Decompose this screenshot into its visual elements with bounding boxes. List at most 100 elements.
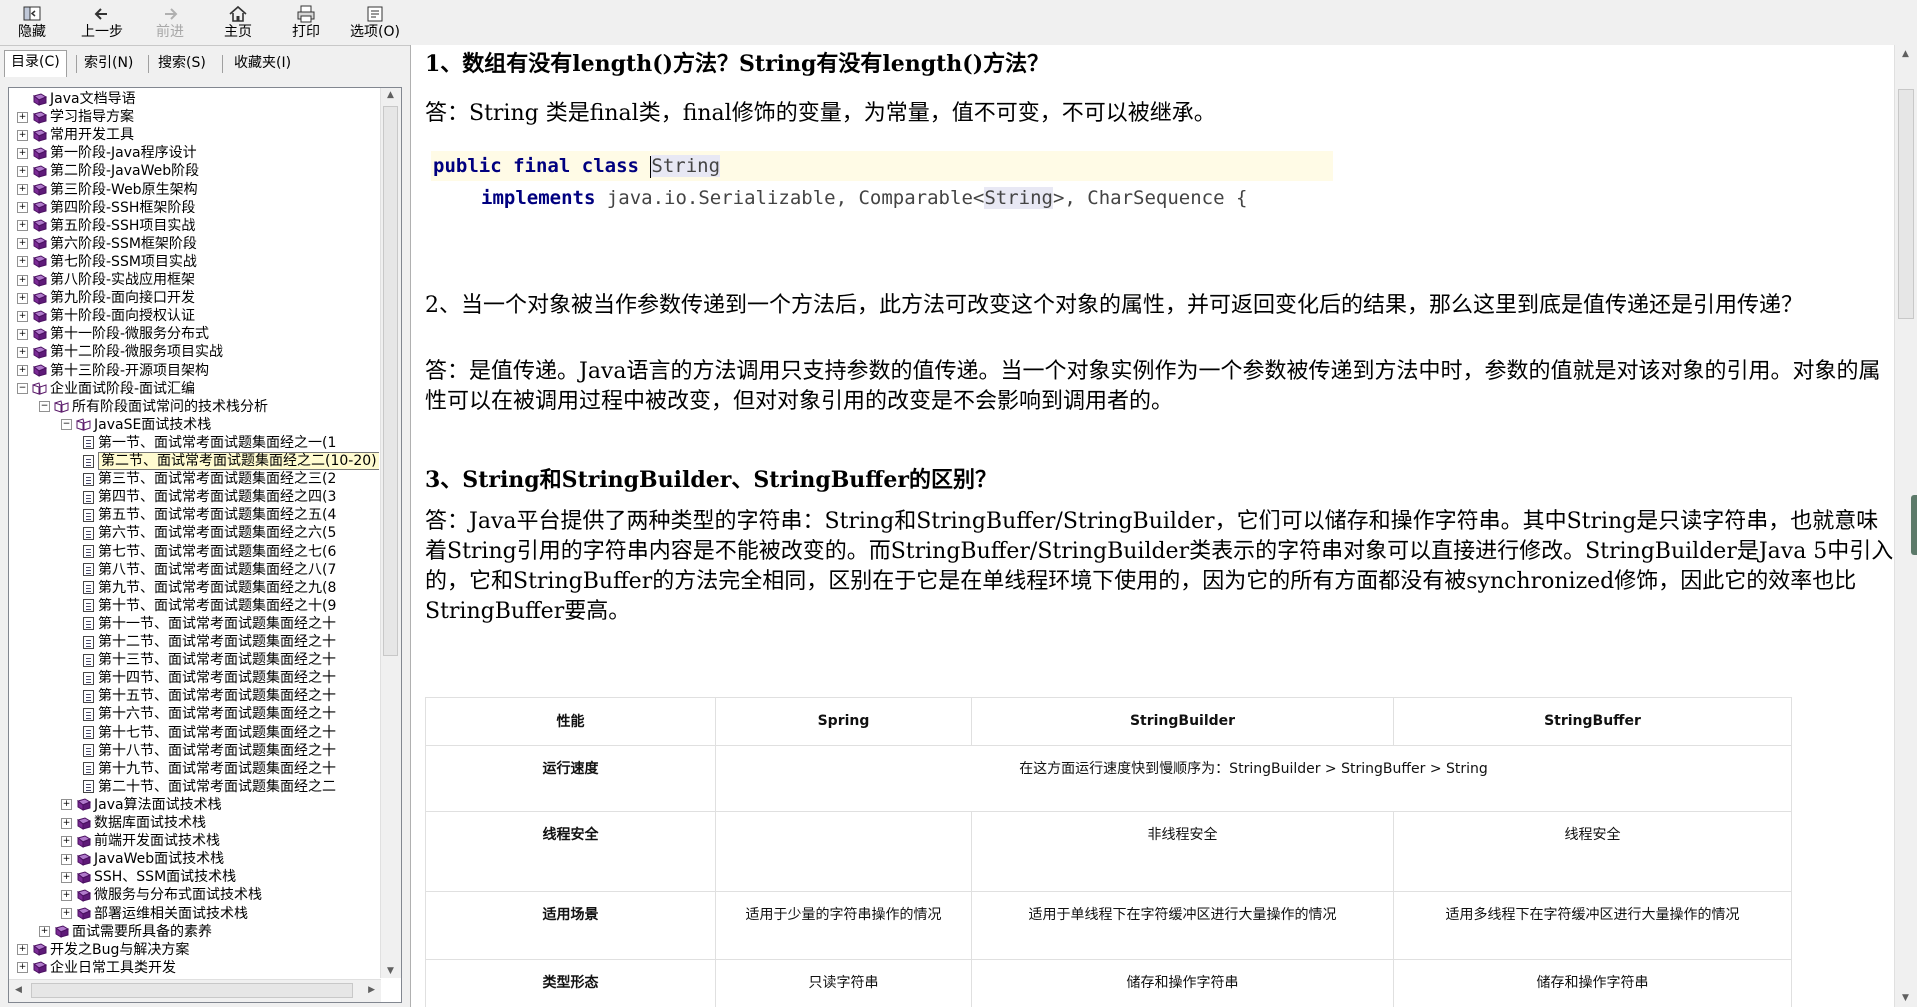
expand-plus-icon[interactable]: + bbox=[17, 962, 28, 974]
back-button[interactable]: 上一步 bbox=[78, 2, 126, 42]
expand-plus-icon[interactable]: + bbox=[17, 328, 28, 340]
book-icon bbox=[32, 183, 48, 196]
tree-item[interactable]: 第十五节、面试常考面试题集面经之十 bbox=[83, 687, 336, 705]
tree-item[interactable]: + 第十一阶段-微服务分布式 bbox=[17, 325, 209, 343]
tree-item[interactable]: + 第十三阶段-开源项目架构 bbox=[17, 362, 209, 380]
tree-item[interactable]: + 第三阶段-Web原生架构 bbox=[17, 181, 198, 199]
tree-item[interactable]: 第十九节、面试常考面试题集面经之十 bbox=[83, 760, 336, 778]
scroll-right-arrow-icon[interactable]: ▶ bbox=[368, 985, 375, 995]
expand-plus-icon[interactable]: + bbox=[61, 908, 72, 919]
tree-item[interactable]: 第十一节、面试常考面试题集面经之十 bbox=[83, 615, 336, 633]
expand-plus-icon[interactable]: + bbox=[17, 365, 28, 376]
expand-plus-icon[interactable]: + bbox=[17, 184, 28, 195]
tab-index[interactable]: 索引(N) bbox=[78, 52, 139, 74]
expand-plus-icon[interactable]: + bbox=[17, 256, 28, 268]
expand-plus-icon[interactable]: + bbox=[61, 835, 72, 847]
tree-item[interactable]: Java文档导语 bbox=[17, 90, 136, 108]
tree-item[interactable]: 第六节、面试常考面试题集面经之六(5 bbox=[83, 524, 336, 542]
expand-plus-icon[interactable]: + bbox=[61, 889, 72, 901]
expand-plus-icon[interactable]: + bbox=[17, 292, 28, 304]
tab-favorites[interactable]: 收藏夹(I) bbox=[228, 52, 297, 74]
tree-item[interactable]: + SSH、SSM面试技术栈 bbox=[61, 868, 236, 886]
tree-item[interactable]: + 第二阶段-JavaWeb阶段 bbox=[17, 162, 199, 180]
tree-item[interactable]: + 部署运维相关面试技术栈 bbox=[61, 905, 248, 923]
expand-plus-icon[interactable]: + bbox=[17, 238, 28, 250]
tree-item[interactable]: + 第十二阶段-微服务项目实战 bbox=[17, 343, 223, 361]
tree-item[interactable]: 第十二节、面试常考面试题集面经之十 bbox=[83, 633, 336, 651]
content-scroll-thumb[interactable] bbox=[1898, 89, 1914, 319]
tree-item[interactable]: + 常用开发工具 bbox=[17, 126, 134, 144]
tree-item[interactable]: + JavaWeb面试技术栈 bbox=[61, 850, 224, 868]
scroll-down-arrow-icon[interactable]: ▼ bbox=[387, 966, 394, 976]
collapse-minus-icon[interactable]: − bbox=[39, 401, 50, 413]
tree-item[interactable]: + 前端开发面试技术栈 bbox=[61, 832, 220, 850]
tree-item[interactable]: + 第四阶段-SSH框架阶段 bbox=[17, 199, 195, 217]
tree-hscroll-thumb[interactable] bbox=[31, 983, 353, 998]
tree-item[interactable]: 第二十节、面试常考面试题集面经之二 bbox=[83, 778, 336, 796]
hide-button[interactable]: 隐藏 bbox=[14, 2, 50, 42]
scroll-down-arrow-icon[interactable]: ▼ bbox=[1902, 993, 1909, 1003]
side-panel-handle[interactable] bbox=[1911, 495, 1917, 555]
tree-item[interactable]: 第九节、面试常考面试题集面经之九(8 bbox=[83, 579, 336, 597]
expand-plus-icon[interactable]: + bbox=[17, 944, 28, 956]
tree-horizontal-scrollbar[interactable]: ◀ ▶ bbox=[9, 979, 381, 1002]
expand-plus-icon[interactable]: + bbox=[17, 346, 28, 358]
forward-button[interactable]: 前进 bbox=[152, 2, 188, 42]
expand-plus-icon[interactable]: + bbox=[17, 111, 28, 123]
tree-item[interactable]: + 第十阶段-面向授权认证 bbox=[17, 307, 195, 325]
collapse-minus-icon[interactable]: − bbox=[61, 419, 72, 431]
expand-plus-icon[interactable]: + bbox=[17, 220, 28, 232]
expand-plus-icon[interactable]: + bbox=[17, 202, 28, 214]
tree-item[interactable]: + Java算法面试技术栈 bbox=[61, 796, 222, 814]
expand-plus-icon[interactable]: + bbox=[39, 926, 50, 938]
tree-item[interactable]: 第十七节、面试常考面试题集面经之十 bbox=[83, 724, 336, 742]
tree-item[interactable]: 第十八节、面试常考面试题集面经之十 bbox=[83, 742, 336, 760]
tree-item[interactable]: 第二节、面试常考面试题集面经之二(10-20) bbox=[83, 452, 379, 470]
scroll-up-arrow-icon[interactable]: ▲ bbox=[387, 90, 394, 100]
tree-item[interactable]: 第十节、面试常考面试题集面经之十(9 bbox=[83, 597, 336, 615]
tree-item[interactable]: 第十三节、面试常考面试题集面经之十 bbox=[83, 651, 336, 669]
tree-item[interactable]: + 开发之Bug与解决方案 bbox=[17, 941, 189, 959]
tree-item[interactable]: 第八节、面试常考面试题集面经之八(7 bbox=[83, 561, 336, 579]
tree-item[interactable]: 第十四节、面试常考面试题集面经之十 bbox=[83, 669, 336, 687]
tree-item[interactable]: + 企业日常工具类开发 bbox=[17, 959, 176, 976]
tree-item[interactable]: + 第九阶段-面向接口开发 bbox=[17, 289, 195, 307]
tree-item[interactable]: + 微服务与分布式面试技术栈 bbox=[61, 886, 262, 904]
tree-item[interactable]: 第四节、面试常考面试题集面经之四(3 bbox=[83, 488, 336, 506]
tree-item[interactable]: 第十六节、面试常考面试题集面经之十 bbox=[83, 705, 336, 723]
scroll-left-arrow-icon[interactable]: ◀ bbox=[15, 985, 22, 995]
tab-contents[interactable]: 目录(C) bbox=[4, 50, 67, 77]
tree-item[interactable]: 第一节、面试常考面试题集面经之一(1 bbox=[83, 434, 336, 452]
tree-item[interactable]: 第五节、面试常考面试题集面经之五(4 bbox=[83, 506, 336, 524]
tree-item[interactable]: + 学习指导方案 bbox=[17, 108, 134, 126]
expand-plus-icon[interactable]: + bbox=[61, 799, 72, 811]
expand-plus-icon[interactable]: + bbox=[17, 165, 28, 177]
expand-plus-icon[interactable]: + bbox=[17, 274, 28, 286]
tree-scroll-thumb[interactable] bbox=[383, 106, 398, 656]
tree-item[interactable]: + 面试需要所具备的素养 bbox=[39, 923, 212, 941]
scroll-up-arrow-icon[interactable]: ▲ bbox=[1902, 49, 1909, 59]
tree-item[interactable]: + 第八阶段-实战应用框架 bbox=[17, 271, 195, 289]
expand-plus-icon[interactable]: + bbox=[17, 129, 28, 141]
tree-item[interactable]: + 第一阶段-Java程序设计 bbox=[17, 144, 197, 162]
tree-item[interactable]: − 所有阶段面试常问的技术栈分析 bbox=[39, 398, 268, 416]
tab-search[interactable]: 搜索(S) bbox=[152, 52, 212, 74]
tree-vertical-scrollbar[interactable]: ▲ ▼ bbox=[380, 88, 401, 978]
expand-plus-icon[interactable]: + bbox=[61, 817, 72, 829]
tree-item[interactable]: + 第六阶段-SSM框架阶段 bbox=[17, 235, 197, 253]
tree-item[interactable]: 第七节、面试常考面试题集面经之七(6 bbox=[83, 543, 336, 561]
options-button[interactable]: 选项(O) bbox=[346, 2, 404, 42]
tree-item[interactable]: + 第五阶段-SSH项目实战 bbox=[17, 217, 195, 235]
tree-item[interactable]: + 数据库面试技术栈 bbox=[61, 814, 206, 832]
tree-item[interactable]: + 第七阶段-SSM项目实战 bbox=[17, 253, 197, 271]
expand-plus-icon[interactable]: + bbox=[17, 310, 28, 322]
tree-item[interactable]: − 企业面试阶段-面试汇编 bbox=[17, 380, 195, 398]
expand-plus-icon[interactable]: + bbox=[61, 871, 72, 883]
tree-item[interactable]: 第三节、面试常考面试题集面经之三(2 bbox=[83, 470, 336, 488]
tree-item[interactable]: − JavaSE面试技术栈 bbox=[61, 416, 211, 434]
collapse-minus-icon[interactable]: − bbox=[17, 383, 28, 395]
expand-plus-icon[interactable]: + bbox=[17, 147, 28, 159]
print-button[interactable]: 打印 bbox=[288, 2, 324, 42]
home-button[interactable]: 主页 bbox=[220, 2, 256, 42]
expand-plus-icon[interactable]: + bbox=[61, 853, 72, 865]
